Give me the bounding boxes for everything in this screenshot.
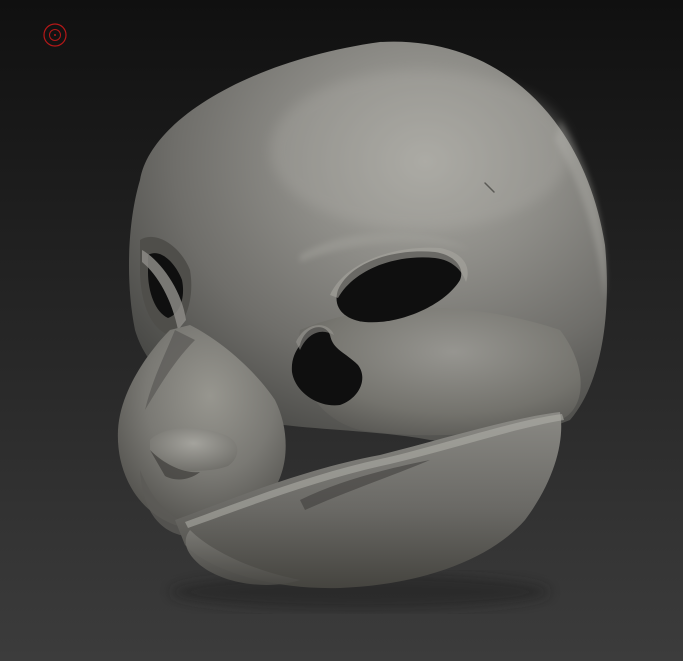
viewport-canvas[interactable]: [0, 0, 683, 661]
sculpt-render[interactable]: [0, 0, 683, 661]
brush-cursor-icon: [43, 23, 67, 47]
forehead-highlight: [270, 70, 570, 230]
brush-center-dot: [54, 34, 56, 36]
